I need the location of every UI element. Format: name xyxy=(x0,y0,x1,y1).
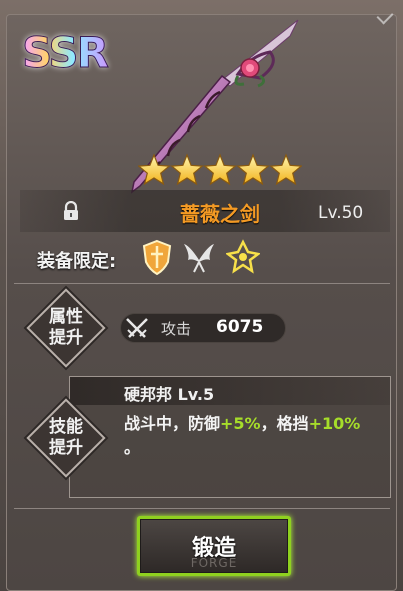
bottom-divider xyxy=(14,508,390,509)
shield-class-icon xyxy=(142,239,172,276)
skill-section-label: 技能 提升 xyxy=(49,417,83,458)
close-chevron-icon[interactable] xyxy=(376,7,394,25)
stat-name: 攻击 xyxy=(161,320,192,338)
skill-title-bar xyxy=(70,377,390,405)
emblem-class-icon xyxy=(226,239,260,274)
skill-description: 战斗中，防御+5%，格挡+10%。 xyxy=(124,414,361,457)
forge-button-sublabel: FORGE xyxy=(190,556,238,570)
stat-value: 6075 xyxy=(216,317,264,337)
crossed-swords-icon xyxy=(126,318,148,338)
star-icon xyxy=(170,153,204,186)
equip-restriction-label: 装备限定: xyxy=(37,251,117,272)
star-icon xyxy=(203,153,237,186)
skill-title: 硬邦邦 Lv.5 xyxy=(124,385,215,404)
star-icon xyxy=(269,153,302,186)
attribute-section-label: 属性 提升 xyxy=(49,307,83,348)
star-rating xyxy=(138,153,302,186)
item-level: Lv.50 xyxy=(318,203,364,223)
star-icon xyxy=(138,153,171,186)
section-divider xyxy=(14,283,390,284)
item-name: 蔷薇之剑 xyxy=(180,202,260,226)
wings-class-icon xyxy=(184,244,214,273)
lock-icon[interactable] xyxy=(62,201,80,221)
star-icon xyxy=(236,153,270,186)
rarity-badge: SSR xyxy=(22,28,110,78)
forge-button[interactable]: 锻造 FORGE xyxy=(137,516,291,576)
